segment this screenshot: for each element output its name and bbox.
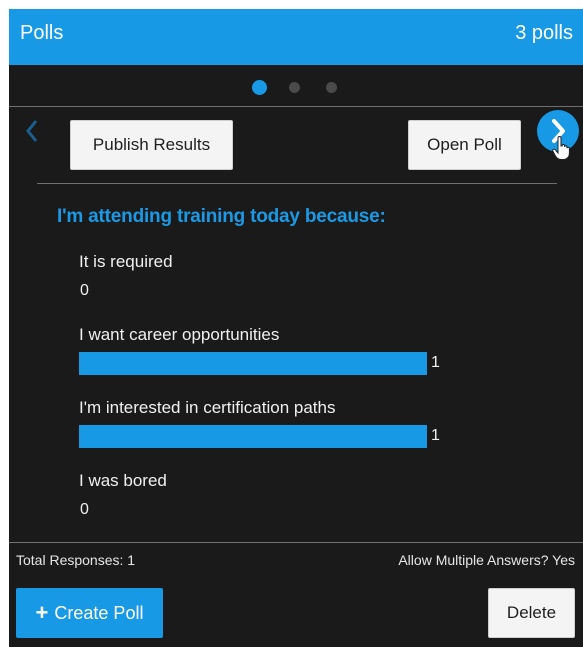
polls-header: Polls 3 polls <box>9 9 583 65</box>
answer-label: It is required <box>79 252 173 271</box>
answer-label: I'm interested in certification paths <box>79 398 336 417</box>
page-dot-3[interactable] <box>326 81 337 93</box>
page-dots <box>252 79 337 95</box>
plus-icon: + <box>35 600 49 625</box>
publish-results-button[interactable]: Publish Results <box>70 120 233 170</box>
total-responses: Total Responses: 1 <box>16 552 136 568</box>
page-dot-2[interactable] <box>289 81 300 93</box>
poll-pager <box>9 65 583 107</box>
answer-count: 0 <box>80 501 89 518</box>
panel-title: Polls <box>20 22 64 44</box>
page-dot-1[interactable] <box>252 79 267 95</box>
answer-label: I was bored <box>79 471 167 490</box>
open-poll-button[interactable]: Open Poll <box>408 120 521 170</box>
poll-count: 3 polls <box>515 22 573 44</box>
answer-count: 1 <box>431 427 440 444</box>
divider <box>37 183 557 184</box>
footer-divider <box>9 542 583 543</box>
answer-count: 0 <box>80 282 89 299</box>
answer-bar <box>79 352 427 375</box>
poll-question: I'm attending training today because: <box>57 206 386 227</box>
create-poll-button[interactable]: + Create Poll <box>16 588 163 638</box>
create-poll-label: Create Poll <box>54 602 144 623</box>
answer-bar <box>79 425 427 448</box>
answer-count: 1 <box>431 354 440 371</box>
polls-panel: Polls 3 polls Publish Results Open Poll … <box>9 9 583 647</box>
delete-button[interactable]: Delete <box>488 588 575 638</box>
answer-label: I want career opportunities <box>79 325 280 344</box>
chevron-left-icon[interactable] <box>22 117 42 145</box>
allow-multiple-answers: Allow Multiple Answers? Yes <box>398 552 575 568</box>
hand-cursor-icon <box>552 136 570 160</box>
